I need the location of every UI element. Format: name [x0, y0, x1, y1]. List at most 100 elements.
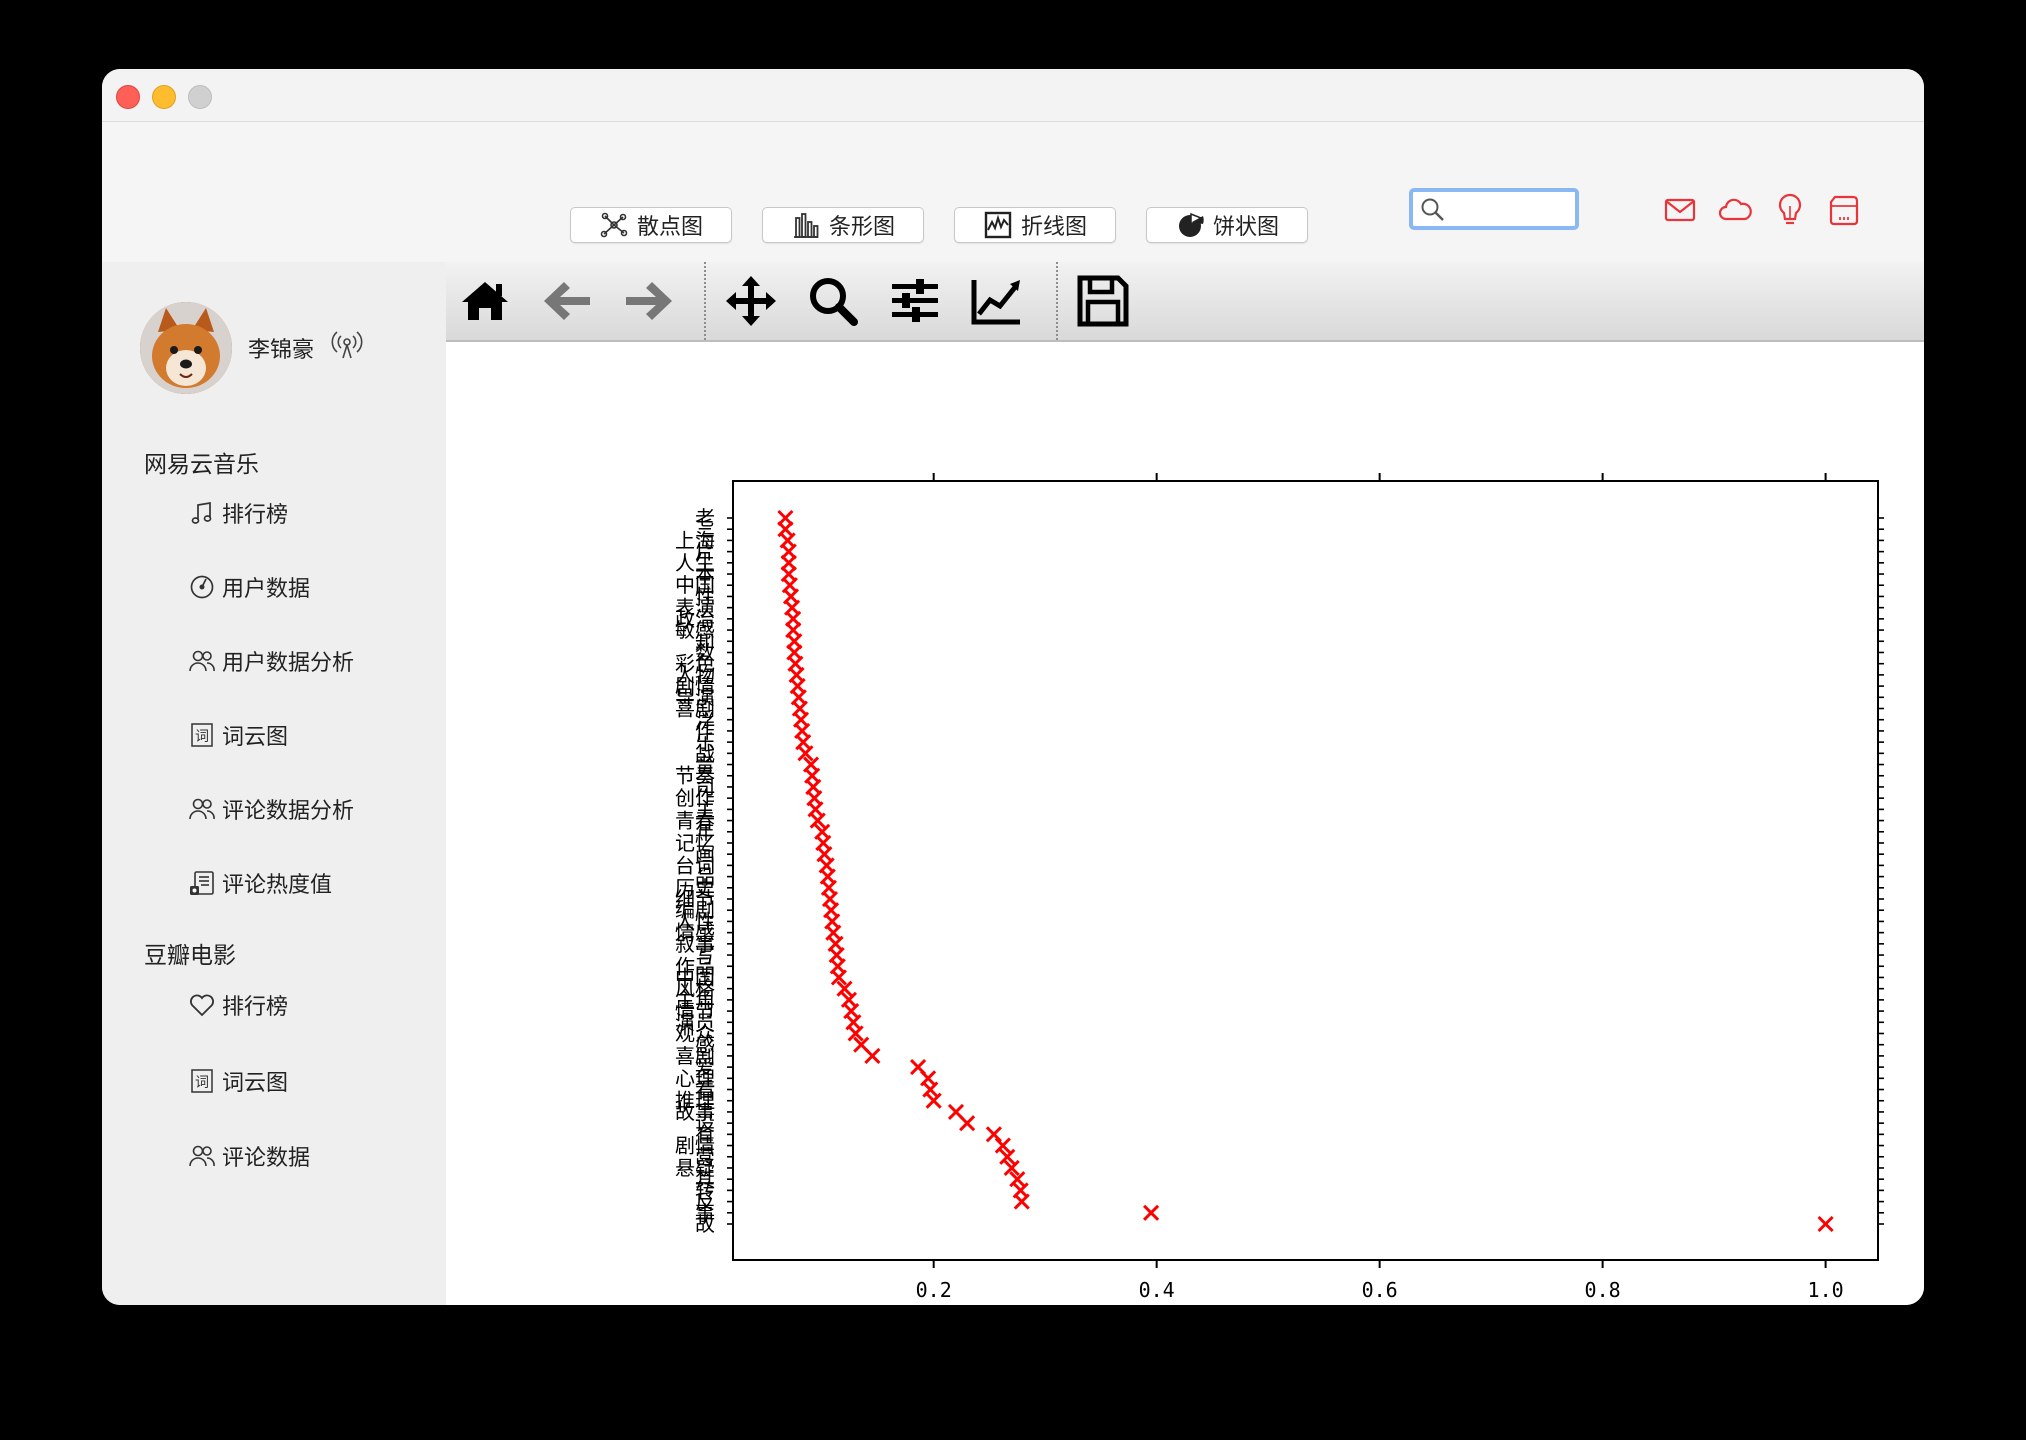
idea-button[interactable] [1772, 192, 1808, 228]
user-name: 李锦豪 [248, 338, 315, 363]
mail-button[interactable] [1662, 192, 1698, 228]
search-icon [1421, 198, 1444, 221]
data-point [925, 1092, 942, 1109]
forward-button[interactable] [622, 274, 676, 328]
back-arrow-icon [544, 282, 590, 320]
close-window-button[interactable] [116, 85, 140, 109]
maximize-window-button[interactable] [188, 85, 212, 109]
sd-card-icon [1829, 195, 1859, 226]
toolbar-separator [704, 262, 706, 340]
plot-frame [732, 480, 1879, 1261]
comment-heat-icon [190, 871, 214, 895]
tab-bar[interactable]: 条形图 [762, 207, 924, 243]
x-tick-label: 0.6 [1362, 1278, 1398, 1302]
sidebar-item-comment-heat[interactable]: 评论热度值 [188, 866, 332, 900]
sidebar-item-movie-comments[interactable]: 评论数据 [188, 1139, 310, 1173]
title-bar [102, 69, 1924, 122]
users-icon [189, 798, 215, 820]
back-button[interactable] [540, 274, 594, 328]
data-point [1013, 1193, 1030, 1210]
sidebar-item-label: 排行榜 [222, 995, 289, 1020]
svg-text:词: 词 [195, 729, 209, 745]
sidebar-item-label: 词云图 [222, 1071, 289, 1096]
data-point [959, 1115, 976, 1132]
tab-pie-label: 饼状图 [1212, 215, 1279, 240]
x-tick-label: 0.4 [1139, 1278, 1175, 1302]
users-icon [189, 650, 215, 672]
sidebar-item-label: 用户数据分析 [222, 651, 355, 676]
plot-area: 0.2 0.4 0.6 0.8 1.0 老三上海片人生本中国性表演 政治 敏感知数彩色 人物 剧情… [446, 342, 1924, 1305]
pie-chart-icon [1178, 212, 1204, 237]
tab-scatter-label: 散点图 [636, 215, 703, 240]
pan-icon [726, 276, 776, 326]
line-chart-icon [984, 211, 1012, 239]
scatter-chart[interactable]: 0.2 0.4 0.6 0.8 1.0老三上海片人生本中国性表演政治敏感知数彩色人物剧情… [446, 342, 1924, 1305]
search-box[interactable] [1409, 188, 1579, 230]
zoom-button[interactable] [806, 274, 860, 328]
x-tick-label: 0.8 [1585, 1278, 1621, 1302]
search-input[interactable] [1449, 194, 1573, 226]
plot-toolbar [446, 262, 1924, 342]
x-tick-label: 0.2 [916, 1278, 952, 1302]
tab-bar-label: 条形图 [828, 215, 895, 240]
top-toolbar: 散点图 条形图 折线图 饼状图 [102, 122, 1924, 262]
edit-axis-icon [971, 280, 1020, 325]
pan-button[interactable] [724, 274, 778, 328]
sidebar-item-label: 评论热度值 [222, 873, 333, 898]
section-netease-music: 网易云音乐 [144, 452, 259, 478]
sidebar-item-label: 排行榜 [222, 503, 289, 528]
avatar[interactable] [140, 302, 232, 394]
home-button[interactable] [458, 274, 512, 328]
sidebar-item-user-data[interactable]: 用户数据 [188, 570, 310, 604]
svg-text:词: 词 [195, 1075, 209, 1091]
sidebar-item-comment-analysis[interactable]: 评论数据分析 [188, 792, 354, 826]
scatter-icon [600, 212, 628, 238]
x-tick-label: 1.0 [1808, 1278, 1844, 1302]
sidebar-item-word-cloud[interactable]: 词 词云图 [188, 718, 288, 752]
app-window: 散点图 条形图 折线图 饼状图 李锦豪 网易云音乐 排行榜 用户数据 用户数据分… [102, 69, 1924, 1305]
sidebar-item-movie-ranking[interactable]: 排行榜 [188, 988, 288, 1022]
section-douban-movie: 豆瓣电影 [144, 943, 236, 969]
sidebar-item-label: 词云图 [222, 725, 289, 750]
disc-icon [190, 575, 214, 599]
cloud-button[interactable] [1717, 192, 1753, 228]
sidebar-item-label: 评论数据 [222, 1146, 311, 1171]
sidebar-item-music-ranking[interactable]: 排行榜 [188, 496, 288, 530]
tab-pie[interactable]: 饼状图 [1146, 207, 1308, 243]
lightbulb-icon [1778, 193, 1802, 225]
y-category-label: 故 [695, 1212, 715, 1236]
users-icon [189, 1145, 215, 1167]
sidebar-item-movie-word-cloud[interactable]: 词 词云图 [188, 1064, 288, 1098]
zoom-icon [810, 278, 858, 326]
word-cloud-icon: 词 [191, 723, 213, 747]
data-point [1143, 1204, 1160, 1221]
edit-axis-button[interactable] [970, 274, 1024, 328]
bar-chart-icon [793, 213, 819, 238]
word-cloud-icon: 词 [191, 1069, 213, 1093]
minimize-window-button[interactable] [152, 85, 176, 109]
toolbar-separator [1056, 262, 1058, 340]
heart-icon [190, 994, 214, 1017]
broadcast-icon[interactable] [330, 328, 364, 362]
save-icon [1077, 275, 1129, 327]
music-note-icon [191, 501, 212, 524]
configure-subplots-button[interactable] [888, 274, 942, 328]
tab-line[interactable]: 折线图 [954, 207, 1116, 243]
cloud-icon [1718, 198, 1752, 221]
forward-arrow-icon [626, 282, 672, 320]
data-point [985, 1126, 1002, 1143]
sidebar: 李锦豪 网易云音乐 排行榜 用户数据 用户数据分析 词 词云图 评论数据分析 评… [102, 262, 446, 1305]
sidebar-item-user-analysis[interactable]: 用户数据分析 [188, 644, 354, 678]
home-icon [462, 282, 508, 320]
data-point [922, 1081, 939, 1098]
data-point [864, 1047, 881, 1064]
data-point [1817, 1215, 1834, 1233]
storage-button[interactable] [1826, 192, 1862, 228]
configure-subplots-icon [892, 279, 938, 322]
sidebar-item-label: 用户数据 [222, 577, 311, 602]
dog-avatar-icon [140, 302, 232, 394]
sidebar-item-label: 评论数据分析 [222, 799, 355, 824]
mail-icon [1664, 198, 1696, 222]
save-button[interactable] [1076, 274, 1130, 328]
tab-scatter[interactable]: 散点图 [570, 207, 732, 243]
